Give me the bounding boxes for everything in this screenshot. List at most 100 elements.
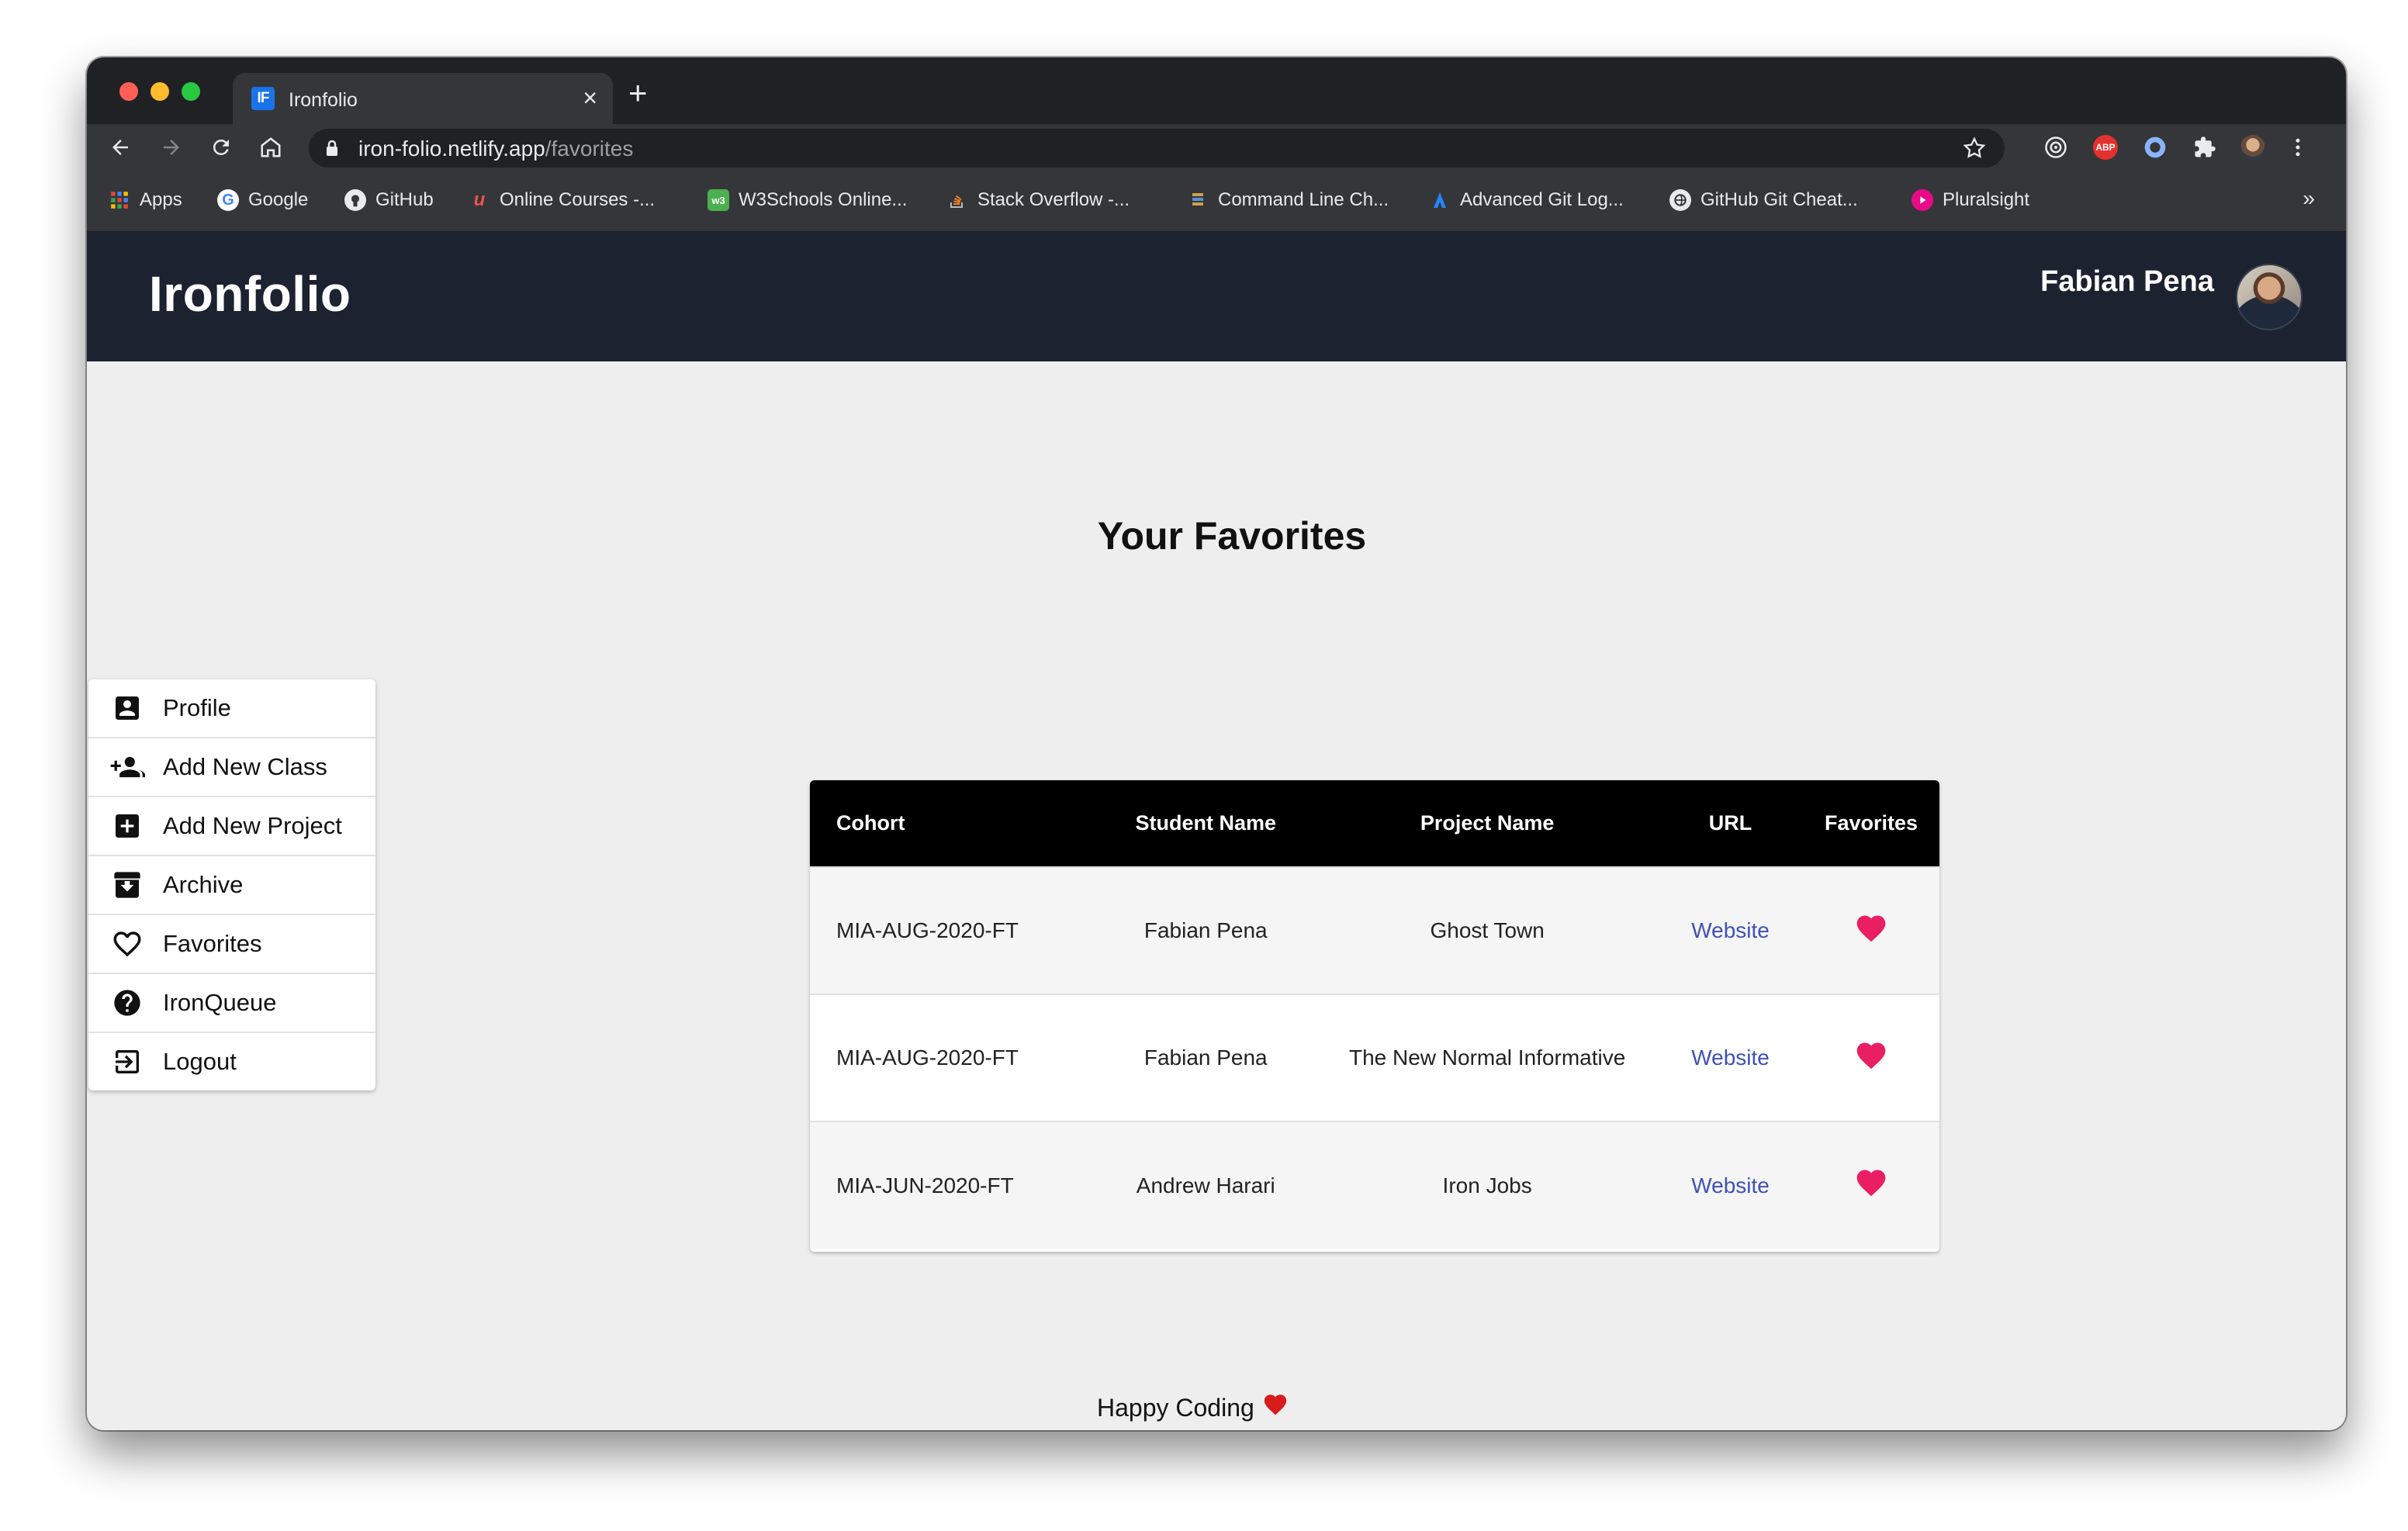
column-header-cohort: Cohort [836, 811, 905, 835]
sidebar-item-label: Archive [163, 871, 244, 898]
browser-window: IF Ironfolio × + iron-folio.netlify.app/… [87, 57, 2346, 1430]
project-name-cell: Ghost Town [1430, 918, 1545, 942]
new-tab-button[interactable]: + [628, 77, 648, 109]
bookmark-command-line[interactable]: Command Line Ch... [1187, 188, 1389, 213]
footer-text: Happy Coding [1097, 1393, 1254, 1422]
sidebar-item-label: Add New Class [163, 753, 327, 780]
website-link[interactable]: Website [1691, 1173, 1770, 1197]
bookmark-github-cheatsheet[interactable]: GitHub Git Cheat... [1669, 188, 1858, 213]
reload-icon [213, 139, 229, 155]
close-window-button[interactable] [119, 82, 138, 101]
sidebar-menu: Profile Add New Class Add New Project Ar… [88, 679, 375, 1090]
circle-extension-icon[interactable] [2143, 135, 2168, 160]
address-bar[interactable]: iron-folio.netlify.app/favorites [309, 129, 2005, 168]
google-icon: G [217, 189, 239, 211]
sidebar-item-archive[interactable]: Archive [88, 856, 375, 915]
bookmark-label: Pluralsight [1943, 189, 2030, 210]
favorite-heart-icon[interactable] [1854, 1042, 1888, 1077]
profile-avatar-icon[interactable] [2240, 135, 2265, 160]
home-button[interactable] [251, 124, 290, 171]
heart-icon [1262, 1391, 1289, 1424]
user-name: Fabian Pena [2040, 265, 2214, 298]
adblock-extension-icon[interactable]: ABP [2093, 135, 2118, 160]
website-link[interactable]: Website [1691, 918, 1770, 942]
bookmarks-overflow-icon[interactable]: » [2302, 186, 2315, 211]
stackoverflow-icon [946, 189, 968, 211]
home-icon [261, 137, 281, 157]
sidebar-item-label: IronQueue [163, 989, 277, 1016]
page-title: Your Favorites [1097, 514, 1367, 558]
heart-outline-icon [107, 928, 147, 960]
bookmark-label: GitHub [375, 189, 434, 210]
cohort-cell: MIA-AUG-2020-FT [836, 1045, 1019, 1070]
sidebar-item-ironqueue[interactable]: IronQueue [88, 974, 375, 1033]
bookmark-label: Apps [140, 189, 182, 210]
bookmark-label: Stack Overflow -... [977, 189, 1130, 210]
student-name-cell: Fabian Pena [1143, 918, 1268, 942]
table-row: MIA-JUN-2020-FT Andrew Harari Iron Jobs … [810, 1121, 1939, 1249]
url-path: /favorites [545, 137, 634, 161]
bookmark-github[interactable]: GitHub [344, 188, 434, 213]
arrow-left-icon [112, 140, 128, 155]
tab-title: Ironfolio [289, 89, 358, 111]
column-header-favorites: Favorites [1824, 811, 1918, 835]
forward-button[interactable] [152, 124, 191, 171]
archive-icon [107, 869, 147, 900]
bookmark-star-icon[interactable] [1961, 135, 1988, 161]
bookmarks-bar: Apps G Google GitHub u Online Courses -.… [87, 171, 2346, 232]
bookmark-pluralsight[interactable]: Pluralsight [1912, 188, 2029, 213]
sidebar-item-logout[interactable]: Logout [88, 1033, 375, 1090]
bookmark-w3schools[interactable]: w3 W3Schools Online... [708, 188, 907, 213]
atlassian-icon [1429, 189, 1451, 211]
bookmark-apps[interactable]: Apps [109, 188, 182, 213]
table-row: MIA-AUG-2020-FT Fabian Pena The New Norm… [810, 994, 1939, 1121]
logout-icon [107, 1046, 147, 1077]
app-header: Ironfolio Fabian Pena [87, 231, 2346, 361]
reload-button[interactable] [202, 124, 240, 171]
profile-icon [107, 693, 147, 724]
back-button[interactable] [101, 124, 140, 171]
cohort-cell: MIA-JUN-2020-FT [836, 1173, 1014, 1197]
project-name-cell: The New Normal Informative [1348, 1045, 1626, 1070]
favorite-heart-icon[interactable] [1854, 1170, 1888, 1204]
bookmark-stackoverflow[interactable]: Stack Overflow -... [946, 188, 1130, 213]
avatar[interactable] [2236, 264, 2302, 330]
udemy-icon: u [473, 189, 486, 210]
sidebar-item-add-new-class[interactable]: Add New Class [88, 738, 375, 797]
bookmark-label: W3Schools Online... [739, 189, 908, 210]
project-name-cell: Iron Jobs [1442, 1173, 1532, 1197]
tab-strip: IF Ironfolio × + [87, 57, 2346, 124]
add-box-icon [107, 810, 147, 842]
brand-logo[interactable]: Ironfolio [149, 265, 351, 323]
pluralsight-icon [1912, 189, 1933, 211]
bookmark-advanced-git-log[interactable]: Advanced Git Log... [1429, 188, 1624, 213]
student-name-cell: Fabian Pena [1143, 1045, 1268, 1070]
arrow-right-icon [164, 140, 179, 155]
bookmark-label: Command Line Ch... [1218, 189, 1389, 210]
page-content: Ironfolio Fabian Pena Profile Add New Cl… [87, 231, 2346, 1430]
bookmark-label: GitHub Git Cheat... [1700, 189, 1858, 210]
minimize-window-button[interactable] [150, 82, 169, 101]
bookmark-label: Online Courses -... [500, 189, 656, 210]
github-icon [344, 189, 366, 211]
favorite-heart-icon[interactable] [1854, 915, 1888, 950]
sidebar-item-add-new-project[interactable]: Add New Project [88, 797, 375, 856]
puzzle-extensions-icon[interactable] [2192, 135, 2217, 160]
kebab-menu-icon[interactable] [2285, 135, 2310, 160]
bookmark-label: Google [248, 189, 309, 210]
column-header-project-name: Project Name [1420, 811, 1555, 835]
bookmark-google[interactable]: G Google [217, 188, 308, 213]
sidebar-item-profile[interactable]: Profile [88, 679, 375, 738]
bookmark-label: Advanced Git Log... [1460, 189, 1624, 210]
browser-tab[interactable]: IF Ironfolio × [233, 73, 613, 124]
website-link[interactable]: Website [1691, 1045, 1770, 1070]
sidebar-item-label: Add New Project [163, 812, 342, 839]
tab-close-icon[interactable]: × [583, 84, 597, 112]
browser-toolbar: iron-folio.netlify.app/favorites ABP [87, 124, 2346, 171]
command-line-icon [1187, 189, 1209, 211]
cohort-cell: MIA-AUG-2020-FT [836, 918, 1019, 942]
maximize-window-button[interactable] [182, 82, 200, 101]
bookmark-online-courses[interactable]: u Online Courses -... [469, 188, 655, 213]
target-extension-icon[interactable] [2043, 135, 2068, 160]
sidebar-item-favorites[interactable]: Favorites [88, 915, 375, 974]
